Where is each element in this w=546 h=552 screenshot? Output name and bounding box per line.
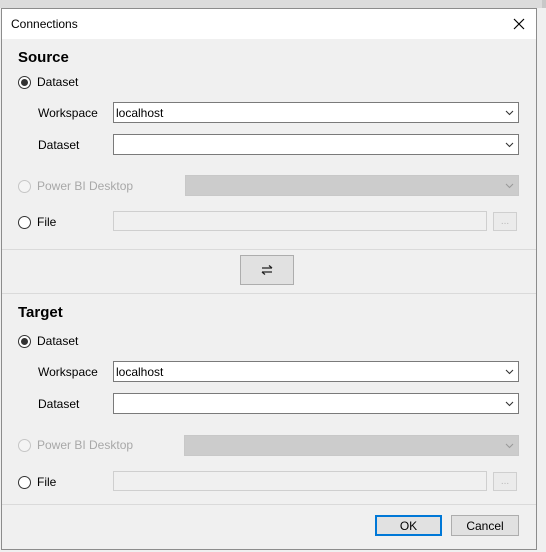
radio-indicator <box>18 438 31 452</box>
source-file-option-label: File <box>37 215 57 229</box>
dialog-footer: OK Cancel <box>2 504 536 550</box>
source-section: Source Dataset Workspace localhost Datas… <box>2 39 536 249</box>
background-window-strip <box>0 0 546 8</box>
radio-indicator <box>18 215 31 229</box>
chevron-down-icon <box>505 142 514 148</box>
target-section: Target Dataset Workspace localhost Datas… <box>2 294 536 504</box>
target-dataset-radio[interactable]: Dataset <box>18 334 78 348</box>
dialog-title: Connections <box>11 17 78 31</box>
source-workspace-value: localhost <box>116 106 164 120</box>
title-bar: Connections <box>2 9 536 39</box>
target-file-radio[interactable]: File <box>18 475 56 489</box>
ok-button[interactable]: OK <box>375 515 442 536</box>
radio-indicator <box>18 475 31 489</box>
target-workspace-value: localhost <box>116 365 164 379</box>
target-dataset-select[interactable] <box>113 393 519 414</box>
target-file-option-label: File <box>37 475 57 489</box>
source-pbi-option-label: Power BI Desktop <box>37 179 134 193</box>
close-icon <box>513 18 525 30</box>
connections-dialog: Connections Source Dataset Workspace loc… <box>1 8 537 550</box>
target-pbi-option-label: Power BI Desktop <box>37 438 134 452</box>
target-workspace-label: Workspace <box>38 365 98 379</box>
target-dataset-label: Dataset <box>38 397 80 411</box>
source-dataset-radio[interactable]: Dataset <box>18 75 78 89</box>
target-workspace-select[interactable]: localhost <box>113 361 519 382</box>
source-dataset-label: Dataset <box>38 138 80 152</box>
source-heading: Source <box>18 49 69 66</box>
swap-button[interactable] <box>240 255 294 285</box>
cancel-button[interactable]: Cancel <box>451 515 519 536</box>
target-pbi-radio[interactable]: Power BI Desktop <box>18 438 133 452</box>
target-dataset-option-label: Dataset <box>37 334 79 348</box>
source-browse-button[interactable]: ... <box>493 212 517 231</box>
source-file-radio[interactable]: File <box>18 215 56 229</box>
source-workspace-label: Workspace <box>38 106 98 120</box>
close-button[interactable] <box>508 13 530 35</box>
swap-icon <box>261 265 273 275</box>
chevron-down-icon <box>505 183 514 189</box>
target-browse-button[interactable]: ... <box>493 472 517 491</box>
source-dataset-option-label: Dataset <box>37 75 79 89</box>
source-pbi-select[interactable] <box>185 175 519 196</box>
source-pbi-radio[interactable]: Power BI Desktop <box>18 179 133 193</box>
radio-indicator <box>18 75 31 89</box>
source-workspace-select[interactable]: localhost <box>113 102 519 123</box>
target-heading: Target <box>18 304 63 321</box>
source-dataset-select[interactable] <box>113 134 519 155</box>
radio-indicator <box>18 334 31 348</box>
background-window-edge <box>542 0 546 8</box>
source-file-path-input[interactable] <box>113 211 487 231</box>
target-file-path-input[interactable] <box>113 471 487 491</box>
radio-indicator <box>18 179 31 193</box>
chevron-down-icon <box>505 443 514 449</box>
target-pbi-select[interactable] <box>184 435 519 456</box>
chevron-down-icon <box>505 401 514 407</box>
swap-section <box>2 249 536 294</box>
chevron-down-icon <box>505 369 514 375</box>
chevron-down-icon <box>505 110 514 116</box>
